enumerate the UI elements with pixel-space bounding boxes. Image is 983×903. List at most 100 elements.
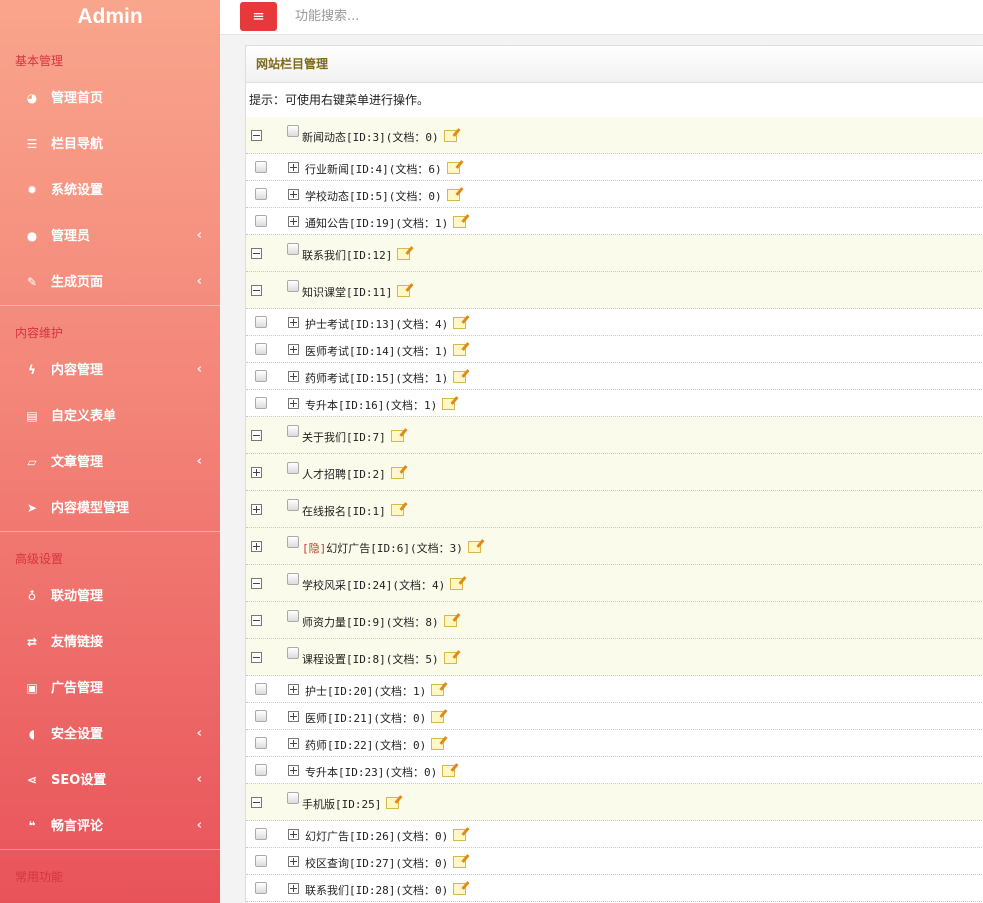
category-name[interactable]: 师资力量[ID:9](文档：8) bbox=[302, 614, 457, 630]
row-checkbox[interactable] bbox=[287, 647, 299, 659]
row-checkbox[interactable] bbox=[255, 710, 267, 722]
search-input[interactable] bbox=[293, 3, 697, 29]
expand-icon[interactable] bbox=[288, 711, 299, 722]
sidebar-item[interactable]: ▤ 自定义表单 bbox=[0, 393, 220, 439]
edit-icon[interactable] bbox=[431, 711, 445, 723]
row-checkbox[interactable] bbox=[255, 397, 267, 409]
row-checkbox[interactable] bbox=[255, 370, 267, 382]
row-checkbox[interactable] bbox=[255, 882, 267, 894]
edit-icon[interactable] bbox=[443, 615, 457, 627]
category-name[interactable]: [隐]幻灯广告[ID:6](文档：3) bbox=[302, 540, 481, 556]
row-checkbox[interactable] bbox=[287, 499, 299, 511]
sidebar-item[interactable]: ϟ 内容管理 ‹ bbox=[0, 347, 220, 393]
expand-icon[interactable] bbox=[288, 162, 299, 173]
row-checkbox[interactable] bbox=[255, 764, 267, 776]
collapse-icon[interactable] bbox=[251, 130, 262, 141]
edit-icon[interactable] bbox=[453, 371, 467, 383]
sidebar-item[interactable]: ✎ 生成页面 ‹ bbox=[0, 259, 220, 305]
expand-icon[interactable] bbox=[288, 317, 299, 328]
category-name[interactable]: 关于我们[ID:7] bbox=[302, 429, 404, 445]
expand-icon[interactable] bbox=[251, 467, 262, 478]
edit-icon[interactable] bbox=[442, 765, 456, 777]
brand-logo[interactable]: Admin bbox=[0, 0, 220, 34]
category-name[interactable]: 药师考试[ID:15](文档：1) bbox=[305, 370, 467, 386]
edit-icon[interactable] bbox=[450, 578, 464, 590]
menu-toggle-button[interactable]: ≡ bbox=[240, 2, 277, 31]
edit-icon[interactable] bbox=[453, 829, 467, 841]
category-name[interactable]: 学校动态[ID:5](文档：0) bbox=[305, 188, 460, 204]
row-checkbox[interactable] bbox=[287, 610, 299, 622]
expand-icon[interactable] bbox=[288, 765, 299, 776]
collapse-icon[interactable] bbox=[251, 285, 262, 296]
edit-icon[interactable] bbox=[431, 738, 445, 750]
category-name[interactable]: 在线报名[ID:1] bbox=[302, 503, 404, 519]
expand-icon[interactable] bbox=[288, 738, 299, 749]
edit-icon[interactable] bbox=[390, 430, 404, 442]
collapse-icon[interactable] bbox=[251, 797, 262, 808]
sidebar-item[interactable]: ♁ 联动管理 bbox=[0, 573, 220, 619]
category-name[interactable]: 人才招聘[ID:2] bbox=[302, 466, 404, 482]
sidebar-item[interactable]: ● 管理员 ‹ bbox=[0, 213, 220, 259]
sidebar-item[interactable]: ❝ 畅言评论 ‹ bbox=[0, 803, 220, 849]
edit-icon[interactable] bbox=[453, 344, 467, 356]
sidebar-item[interactable]: ☰ 栏目导航 bbox=[0, 121, 220, 167]
collapse-icon[interactable] bbox=[251, 578, 262, 589]
edit-icon[interactable] bbox=[446, 189, 460, 201]
sidebar-item[interactable]: ◖ 安全设置 ‹ bbox=[0, 711, 220, 757]
expand-icon[interactable] bbox=[288, 883, 299, 894]
category-name[interactable]: 药师[ID:22](文档：0) bbox=[305, 737, 445, 753]
sidebar-item[interactable]: ◕ 管理首页 bbox=[0, 75, 220, 121]
expand-icon[interactable] bbox=[288, 371, 299, 382]
category-name[interactable]: 联系我们[ID:28](文档：0) bbox=[305, 882, 467, 898]
row-checkbox[interactable] bbox=[255, 737, 267, 749]
sidebar-item[interactable]: ➤ 内容模型管理 bbox=[0, 485, 220, 531]
category-name[interactable]: 手机版[ID:25] bbox=[302, 796, 400, 812]
edit-icon[interactable] bbox=[390, 504, 404, 516]
row-checkbox[interactable] bbox=[255, 215, 267, 227]
category-name[interactable]: 专升本[ID:16](文档：1) bbox=[305, 397, 456, 413]
category-name[interactable]: 校区查询[ID:27](文档：0) bbox=[305, 855, 467, 871]
row-checkbox[interactable] bbox=[287, 573, 299, 585]
edit-icon[interactable] bbox=[453, 317, 467, 329]
collapse-icon[interactable] bbox=[251, 652, 262, 663]
edit-icon[interactable] bbox=[453, 856, 467, 868]
expand-icon[interactable] bbox=[288, 684, 299, 695]
edit-icon[interactable] bbox=[467, 541, 481, 553]
row-checkbox[interactable] bbox=[287, 536, 299, 548]
edit-icon[interactable] bbox=[453, 883, 467, 895]
row-checkbox[interactable] bbox=[255, 683, 267, 695]
category-name[interactable]: 学校风采[ID:24](文档：4) bbox=[302, 577, 464, 593]
expand-icon[interactable] bbox=[288, 829, 299, 840]
row-checkbox[interactable] bbox=[255, 188, 267, 200]
sidebar-item[interactable]: ✹ 系统设置 bbox=[0, 167, 220, 213]
edit-icon[interactable] bbox=[446, 162, 460, 174]
category-name[interactable]: 幻灯广告[ID:26](文档：0) bbox=[305, 828, 467, 844]
category-name[interactable]: 医师考试[ID:14](文档：1) bbox=[305, 343, 467, 359]
edit-icon[interactable] bbox=[443, 130, 457, 142]
expand-icon[interactable] bbox=[288, 189, 299, 200]
expand-icon[interactable] bbox=[288, 398, 299, 409]
row-checkbox[interactable] bbox=[255, 855, 267, 867]
edit-icon[interactable] bbox=[397, 285, 411, 297]
sidebar-item[interactable]: ▱ 文章管理 ‹ bbox=[0, 439, 220, 485]
collapse-icon[interactable] bbox=[251, 430, 262, 441]
sidebar-item[interactable]: ▣ 广告管理 bbox=[0, 665, 220, 711]
category-name[interactable]: 知识课堂[ID:11] bbox=[302, 284, 411, 300]
sidebar-item[interactable]: ⋖ SEO设置 ‹ bbox=[0, 757, 220, 803]
category-name[interactable]: 通知公告[ID:19](文档：1) bbox=[305, 215, 467, 231]
category-name[interactable]: 护士[ID:20](文档：1) bbox=[305, 683, 445, 699]
row-checkbox[interactable] bbox=[287, 125, 299, 137]
category-name[interactable]: 新闻动态[ID:3](文档：0) bbox=[302, 129, 457, 145]
row-checkbox[interactable] bbox=[255, 343, 267, 355]
edit-icon[interactable] bbox=[442, 398, 456, 410]
sidebar-item[interactable]: ⇄ 友情链接 bbox=[0, 619, 220, 665]
edit-icon[interactable] bbox=[397, 248, 411, 260]
row-checkbox[interactable] bbox=[287, 243, 299, 255]
row-checkbox[interactable] bbox=[287, 425, 299, 437]
category-name[interactable]: 行业新闻[ID:4](文档：6) bbox=[305, 161, 460, 177]
edit-icon[interactable] bbox=[390, 467, 404, 479]
category-name[interactable]: 专升本[ID:23](文档：0) bbox=[305, 764, 456, 780]
collapse-icon[interactable] bbox=[251, 248, 262, 259]
category-name[interactable]: 医师[ID:21](文档：0) bbox=[305, 710, 445, 726]
edit-icon[interactable] bbox=[431, 684, 445, 696]
